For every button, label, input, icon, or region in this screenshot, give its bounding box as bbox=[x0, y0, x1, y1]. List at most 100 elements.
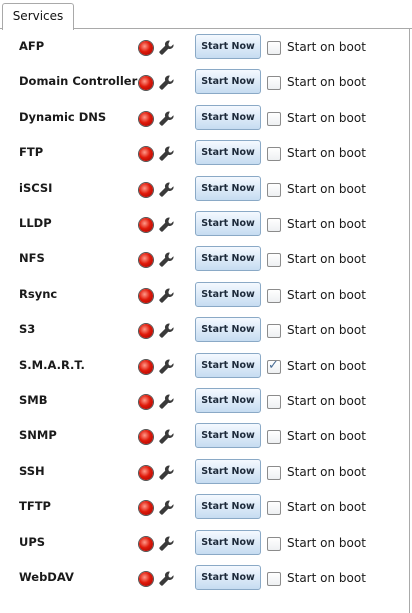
start-on-boot-checkbox[interactable]: ✓ bbox=[267, 288, 281, 303]
service-row: FTP Start Now ✓ Start on boot bbox=[0, 136, 410, 171]
start-now-button[interactable]: Start Now bbox=[195, 211, 261, 236]
start-on-boot-label[interactable]: Start on boot bbox=[287, 429, 366, 443]
wrench-icon[interactable] bbox=[158, 393, 175, 410]
wrench-icon[interactable] bbox=[158, 110, 175, 127]
service-name: TFTP bbox=[19, 499, 51, 514]
status-dot-icon bbox=[139, 430, 153, 445]
service-name: UPS bbox=[19, 534, 46, 549]
start-now-button[interactable]: Start Now bbox=[195, 494, 261, 520]
wrench-icon[interactable] bbox=[158, 216, 175, 233]
start-on-boot-checkbox[interactable]: ✓ bbox=[267, 182, 281, 197]
status-dot-icon bbox=[139, 76, 153, 91]
start-on-boot-checkbox[interactable]: ✓ bbox=[267, 395, 281, 409]
start-now-button[interactable]: Start Now bbox=[195, 565, 261, 590]
checkmark-icon: ✓ bbox=[268, 357, 279, 373]
service-name: SSH bbox=[19, 463, 45, 478]
start-on-boot-label[interactable]: Start on boot bbox=[287, 288, 366, 302]
status-dot-icon bbox=[139, 218, 153, 232]
start-now-button[interactable]: Start Now bbox=[195, 529, 261, 555]
start-on-boot-checkbox[interactable]: ✓ bbox=[267, 501, 281, 516]
status-dot-icon bbox=[139, 41, 153, 55]
wrench-icon[interactable] bbox=[158, 287, 175, 304]
service-row: SMB Start Now ✓ Start on boot bbox=[0, 384, 410, 419]
status-dot-icon bbox=[139, 395, 153, 409]
start-now-button[interactable]: Start Now bbox=[195, 246, 261, 272]
start-on-boot-label[interactable]: Start on boot bbox=[287, 571, 366, 585]
start-on-boot-label[interactable]: Start on boot bbox=[287, 182, 366, 196]
start-on-boot-checkbox[interactable]: ✓ bbox=[267, 76, 281, 91]
tab-services[interactable]: Services bbox=[2, 3, 74, 30]
service-name: AFP bbox=[19, 39, 45, 53]
wrench-icon[interactable] bbox=[158, 464, 175, 481]
start-on-boot-checkbox[interactable]: ✓ bbox=[267, 430, 281, 445]
start-on-boot-checkbox[interactable]: ✓ bbox=[267, 324, 281, 339]
start-on-boot-label[interactable]: Start on boot bbox=[287, 111, 366, 125]
status-dot-icon bbox=[139, 572, 153, 586]
wrench-icon[interactable] bbox=[158, 181, 175, 198]
start-on-boot-label[interactable]: Start on boot bbox=[287, 359, 366, 373]
service-row: SNMP Start Now ✓ Start on boot bbox=[0, 419, 410, 454]
start-on-boot-label[interactable]: Start on boot bbox=[287, 465, 366, 479]
start-on-boot-checkbox[interactable]: ✓ bbox=[267, 111, 281, 126]
start-now-button[interactable]: Start Now bbox=[195, 140, 261, 166]
start-on-boot-label[interactable]: Start on boot bbox=[287, 252, 366, 266]
start-now-button[interactable]: Start Now bbox=[195, 423, 261, 449]
wrench-icon[interactable] bbox=[158, 570, 175, 587]
start-on-boot-checkbox[interactable]: ✓ bbox=[267, 357, 281, 374]
start-now-button[interactable]: Start Now bbox=[195, 317, 261, 343]
start-on-boot-checkbox[interactable]: ✓ bbox=[267, 218, 281, 232]
wrench-icon[interactable] bbox=[158, 322, 175, 339]
wrench-icon[interactable] bbox=[158, 499, 175, 516]
wrench-icon[interactable] bbox=[158, 428, 175, 445]
start-on-boot-label[interactable]: Start on boot bbox=[287, 500, 366, 514]
start-now-button[interactable]: Start Now bbox=[195, 281, 261, 307]
service-name: Domain Controller bbox=[19, 74, 138, 89]
wrench-icon[interactable] bbox=[158, 145, 175, 162]
start-on-boot-label[interactable]: Start on boot bbox=[287, 217, 366, 231]
start-now-button[interactable]: Start Now bbox=[195, 458, 261, 484]
service-row: LLDP Start Now ✓ Start on boot bbox=[0, 207, 410, 242]
start-on-boot-label[interactable]: Start on boot bbox=[287, 323, 366, 337]
start-on-boot-label[interactable]: Start on boot bbox=[287, 75, 366, 89]
start-now-button[interactable]: Start Now bbox=[195, 175, 261, 201]
wrench-icon[interactable] bbox=[158, 535, 175, 552]
service-row: iSCSI Start Now ✓ Start on boot bbox=[0, 172, 410, 207]
status-dot-icon bbox=[139, 536, 153, 551]
service-row: S.M.A.R.T. Start Now ✓ Start on boot bbox=[0, 349, 410, 384]
service-name: NFS bbox=[19, 251, 45, 266]
service-row: SSH Start Now ✓ Start on boot bbox=[0, 455, 410, 490]
service-row: Domain Controller Start Now ✓ Start on boot bbox=[0, 65, 410, 100]
service-row: UPS Start Now ✓ Start on boot bbox=[0, 526, 410, 561]
status-dot-icon bbox=[139, 182, 153, 197]
start-on-boot-checkbox[interactable]: ✓ bbox=[267, 536, 281, 551]
status-dot-icon bbox=[139, 501, 153, 516]
start-on-boot-label[interactable]: Start on boot bbox=[287, 40, 366, 54]
service-name: LLDP bbox=[19, 216, 52, 230]
start-on-boot-label[interactable]: Start on boot bbox=[287, 394, 366, 408]
status-dot-icon bbox=[139, 324, 153, 339]
start-now-button[interactable]: Start Now bbox=[195, 352, 261, 378]
wrench-icon[interactable] bbox=[158, 39, 175, 56]
start-on-boot-checkbox[interactable]: ✓ bbox=[267, 41, 281, 55]
start-now-button[interactable]: Start Now bbox=[195, 34, 261, 59]
start-now-button[interactable]: Start Now bbox=[195, 104, 261, 130]
start-now-button[interactable]: Start Now bbox=[195, 69, 261, 95]
start-now-button[interactable]: Start Now bbox=[195, 388, 261, 413]
service-name: SNMP bbox=[19, 428, 57, 443]
start-on-boot-checkbox[interactable]: ✓ bbox=[267, 147, 281, 162]
start-on-boot-label[interactable]: Start on boot bbox=[287, 536, 366, 550]
service-name: SMB bbox=[19, 393, 48, 407]
status-dot-icon bbox=[139, 111, 153, 126]
service-name: FTP bbox=[19, 145, 44, 160]
wrench-icon[interactable] bbox=[158, 74, 175, 91]
service-row: NFS Start Now ✓ Start on boot bbox=[0, 242, 410, 277]
wrench-icon[interactable] bbox=[158, 251, 175, 268]
status-dot-icon bbox=[139, 147, 153, 162]
tab-strip: Services bbox=[0, 0, 412, 30]
start-on-boot-checkbox[interactable]: ✓ bbox=[267, 572, 281, 586]
start-on-boot-checkbox[interactable]: ✓ bbox=[267, 465, 281, 480]
wrench-icon[interactable] bbox=[158, 358, 175, 375]
status-dot-icon bbox=[139, 465, 153, 480]
start-on-boot-label[interactable]: Start on boot bbox=[287, 146, 366, 160]
start-on-boot-checkbox[interactable]: ✓ bbox=[267, 253, 281, 268]
